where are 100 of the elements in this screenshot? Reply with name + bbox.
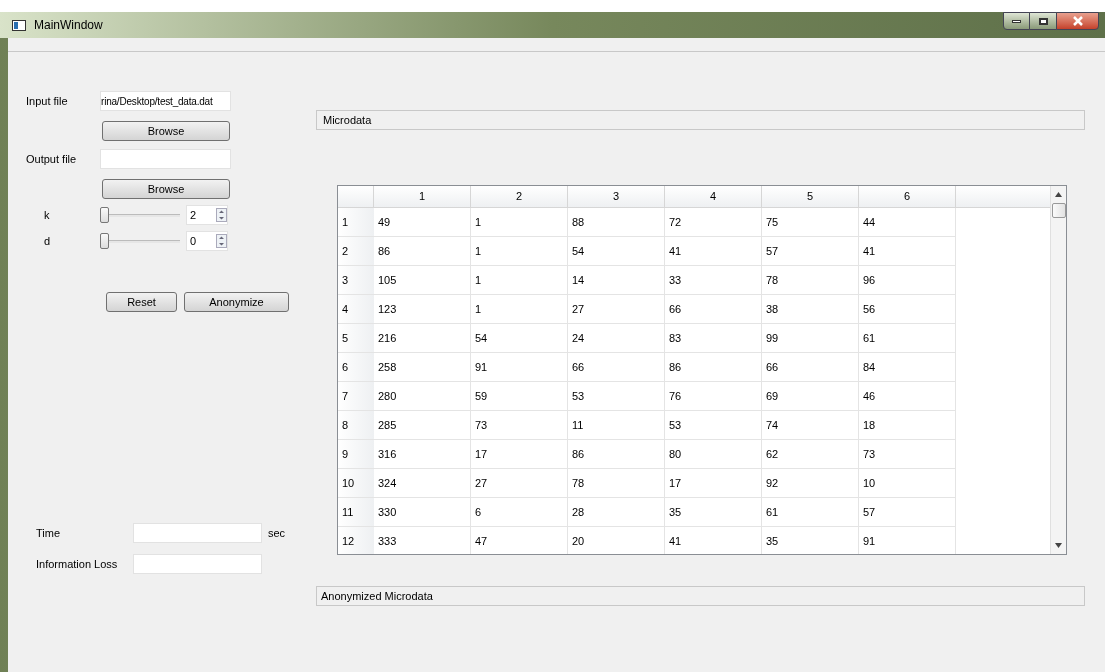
column-header[interactable]: 5: [762, 186, 859, 207]
table-cell: 76: [665, 382, 762, 411]
slider-handle[interactable]: [100, 207, 109, 223]
spin-arrows-icon[interactable]: [216, 208, 227, 222]
column-header[interactable]: 1: [374, 186, 471, 207]
field-label: Information Loss: [36, 556, 119, 572]
down-arrow-icon[interactable]: [1055, 543, 1062, 548]
table-cell: 38: [762, 295, 859, 324]
column-header[interactable]: 4: [665, 186, 762, 207]
column-header[interactable]: 3: [568, 186, 665, 207]
table-cell: 330: [374, 498, 471, 527]
table-cell: 92: [762, 469, 859, 498]
table-cell: 53: [665, 411, 762, 440]
table-cell: 27: [471, 469, 568, 498]
table-cell: 18: [859, 411, 956, 440]
row-header[interactable]: 5: [338, 324, 374, 353]
row-header[interactable]: 4: [338, 295, 374, 324]
row-header[interactable]: 11: [338, 498, 374, 527]
table-cell: 73: [471, 411, 568, 440]
row-header[interactable]: 8: [338, 411, 374, 440]
push-button[interactable]: Anonymize: [184, 292, 289, 312]
push-button[interactable]: Reset: [106, 292, 177, 312]
table-cell: 96: [859, 266, 956, 295]
table-cell: 316: [374, 440, 471, 469]
param-label: d: [43, 233, 52, 249]
table-cell: 73: [859, 440, 956, 469]
table-cell: 91: [471, 353, 568, 382]
table-cell: 105: [374, 266, 471, 295]
time-field[interactable]: [133, 523, 262, 543]
table-cell: 333: [374, 527, 471, 554]
table-cell: 33: [665, 266, 762, 295]
window-icon: [12, 19, 26, 31]
row-header[interactable]: 9: [338, 440, 374, 469]
column-header[interactable]: 6: [859, 186, 956, 207]
table-cell: 66: [762, 353, 859, 382]
table-cell: 35: [762, 527, 859, 554]
table-cell: 54: [471, 324, 568, 353]
output-file-field[interactable]: [100, 149, 231, 169]
table-cell: 285: [374, 411, 471, 440]
table-cell: 41: [665, 527, 762, 554]
table-cell: 99: [762, 324, 859, 353]
row-header[interactable]: 1: [338, 208, 374, 237]
row-header[interactable]: 3: [338, 266, 374, 295]
table-cell: 35: [665, 498, 762, 527]
close-button[interactable]: [1056, 12, 1099, 30]
slider-track[interactable]: [100, 207, 180, 223]
push-button[interactable]: Browse: [102, 121, 230, 142]
group-header: Anonymized Microdata: [316, 586, 1085, 606]
table-cell: 86: [568, 440, 665, 469]
maximize-button[interactable]: [1030, 12, 1056, 30]
table-cell: 72: [665, 208, 762, 237]
field-label: Input file: [26, 93, 69, 109]
table-cell: 24: [568, 324, 665, 353]
table-cell: 75: [762, 208, 859, 237]
table-cell: 91: [859, 527, 956, 554]
window-title: MainWindow: [34, 17, 103, 34]
slider-handle[interactable]: [100, 233, 109, 249]
table-cell: 86: [665, 353, 762, 382]
push-button[interactable]: Browse: [102, 179, 230, 200]
table-cell: 258: [374, 353, 471, 382]
input-file-field[interactable]: rina/Desktop/test_data.dat: [100, 91, 231, 111]
table-cell: 28: [568, 498, 665, 527]
table-cell: 49: [374, 208, 471, 237]
slider-track[interactable]: [100, 233, 180, 249]
table-cell: 216: [374, 324, 471, 353]
spin-box[interactable]: 2: [186, 205, 228, 225]
table-cell: 83: [665, 324, 762, 353]
table-cell: 17: [665, 469, 762, 498]
table-cell: 47: [471, 527, 568, 554]
minimize-button[interactable]: [1003, 12, 1030, 30]
table-cell: 69: [762, 382, 859, 411]
param-label: k: [43, 207, 51, 223]
table-cell: 17: [471, 440, 568, 469]
spin-box[interactable]: 0: [186, 231, 228, 251]
table-cell: 86: [374, 237, 471, 266]
column-header[interactable]: 2: [471, 186, 568, 207]
row-header[interactable]: 2: [338, 237, 374, 266]
table-cell: 57: [859, 498, 956, 527]
table-cell: 324: [374, 469, 471, 498]
up-arrow-icon[interactable]: [1055, 192, 1062, 197]
group-header: Microdata: [316, 110, 1085, 130]
table-cell: 88: [568, 208, 665, 237]
row-header[interactable]: 6: [338, 353, 374, 382]
vertical-scrollbar[interactable]: [1050, 186, 1066, 554]
scrollbar-thumb[interactable]: [1051, 203, 1066, 218]
table-cell: 27: [568, 295, 665, 324]
table-cell: 6: [471, 498, 568, 527]
table-cell: 59: [471, 382, 568, 411]
table-cell: 41: [859, 237, 956, 266]
table-cell: 66: [568, 353, 665, 382]
row-header[interactable]: 7: [338, 382, 374, 411]
information-loss-field[interactable]: [133, 554, 262, 574]
table-cell: 44: [859, 208, 956, 237]
table-cell: 46: [859, 382, 956, 411]
table-cell: 10: [859, 469, 956, 498]
table-cell: 11: [568, 411, 665, 440]
table-cell: 1: [471, 208, 568, 237]
spin-arrows-icon[interactable]: [216, 234, 227, 248]
row-header[interactable]: 10: [338, 469, 374, 498]
table-cell: 78: [762, 266, 859, 295]
